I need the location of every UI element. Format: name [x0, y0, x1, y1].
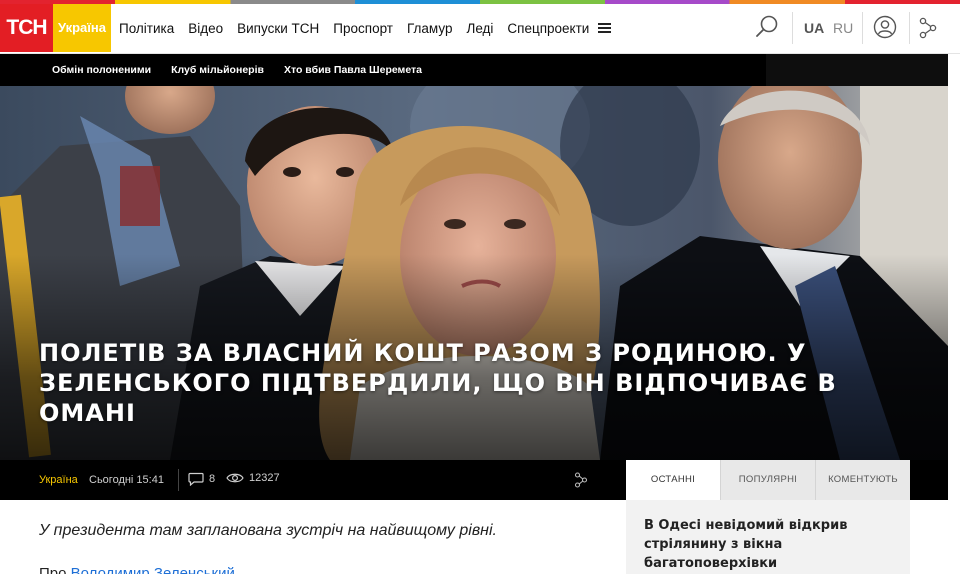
article-lead: У президента там запланована зустріч на … — [39, 522, 497, 539]
latest-news-item[interactable]: В Одесі невідомий відкрив стрілянину з в… — [644, 516, 892, 573]
article-meta-bar: Україна Сьогодні 15:41 8 12327 — [0, 460, 626, 500]
separator — [792, 12, 793, 44]
menu-item-prosport[interactable]: Проспорт — [333, 21, 393, 36]
article-date: Сьогодні 15:41 — [89, 474, 164, 486]
tag-millionaires-club[interactable]: Клуб мільйонерів — [171, 64, 264, 76]
article-paragraph: Про Володимир Зеленський — [39, 565, 235, 574]
comment-icon — [188, 472, 204, 486]
paragraph-person-link[interactable]: Володимир Зеленський — [71, 565, 235, 574]
article-headline[interactable]: ПОЛЕТІВ ЗА ВЛАСНИЙ КОШТ РАЗОМ З РОДИНОЮ.… — [39, 338, 859, 428]
menu-item-lady[interactable]: Леді — [466, 21, 493, 36]
search-icon[interactable] — [754, 14, 780, 40]
tab-latest[interactable]: ОСТАННІ — [626, 460, 720, 500]
views-count: 12327 — [249, 472, 280, 484]
menu-item-tsn-releases[interactable]: Випуски ТСН — [237, 21, 319, 36]
separator — [862, 12, 863, 44]
menu-item-video[interactable]: Відео — [188, 21, 223, 36]
meta-divider — [178, 469, 179, 491]
tab-commented[interactable]: КОМЕНТУЮТЬ — [815, 460, 910, 500]
hamburger-icon[interactable] — [598, 23, 612, 33]
user-icon[interactable] — [873, 15, 897, 39]
region-selector[interactable]: Україна — [53, 4, 111, 52]
share-icon[interactable] — [918, 17, 938, 39]
menu-item-glamour[interactable]: Гламур — [407, 21, 452, 36]
article-region-link[interactable]: Україна — [39, 474, 78, 486]
menu-item-special-projects[interactable]: Спецпроекти — [507, 21, 589, 36]
article-share-icon[interactable] — [574, 472, 588, 488]
views-counter: 12327 — [226, 472, 280, 484]
top-navigation: ТСН Україна Політика Відео Випуски ТСН П… — [0, 0, 960, 54]
latest-news-list: В Одесі невідомий відкрив стрілянину з в… — [626, 500, 910, 574]
tag-sheremet[interactable]: Хто вбив Павла Шеремета — [284, 64, 422, 76]
comments-count: 8 — [209, 473, 216, 485]
comments-counter[interactable]: 8 — [188, 472, 215, 486]
tabs-edge — [910, 460, 948, 500]
tsn-logo[interactable]: ТСН — [0, 4, 53, 52]
tagbar-edge — [766, 54, 948, 86]
news-feed-tabs: ОСТАННІ ПОПУЛЯРНІ КОМЕНТУЮТЬ — [626, 460, 910, 500]
menu-item-politics[interactable]: Політика — [119, 21, 174, 36]
main-menu: Політика Відео Випуски ТСН Проспорт Глам… — [119, 4, 612, 52]
tab-popular[interactable]: ПОПУЛЯРНІ — [720, 460, 815, 500]
hero-photo[interactable]: ПОЛЕТІВ ЗА ВЛАСНИЙ КОШТ РАЗОМ З РОДИНОЮ.… — [0, 86, 948, 460]
eye-icon — [226, 473, 244, 483]
separator — [909, 12, 910, 44]
language-ua[interactable]: UA — [804, 20, 824, 36]
paragraph-text: Про — [39, 565, 67, 574]
language-ru[interactable]: RU — [833, 20, 853, 36]
tag-prisoner-exchange[interactable]: Обмін полоненими — [52, 64, 151, 76]
